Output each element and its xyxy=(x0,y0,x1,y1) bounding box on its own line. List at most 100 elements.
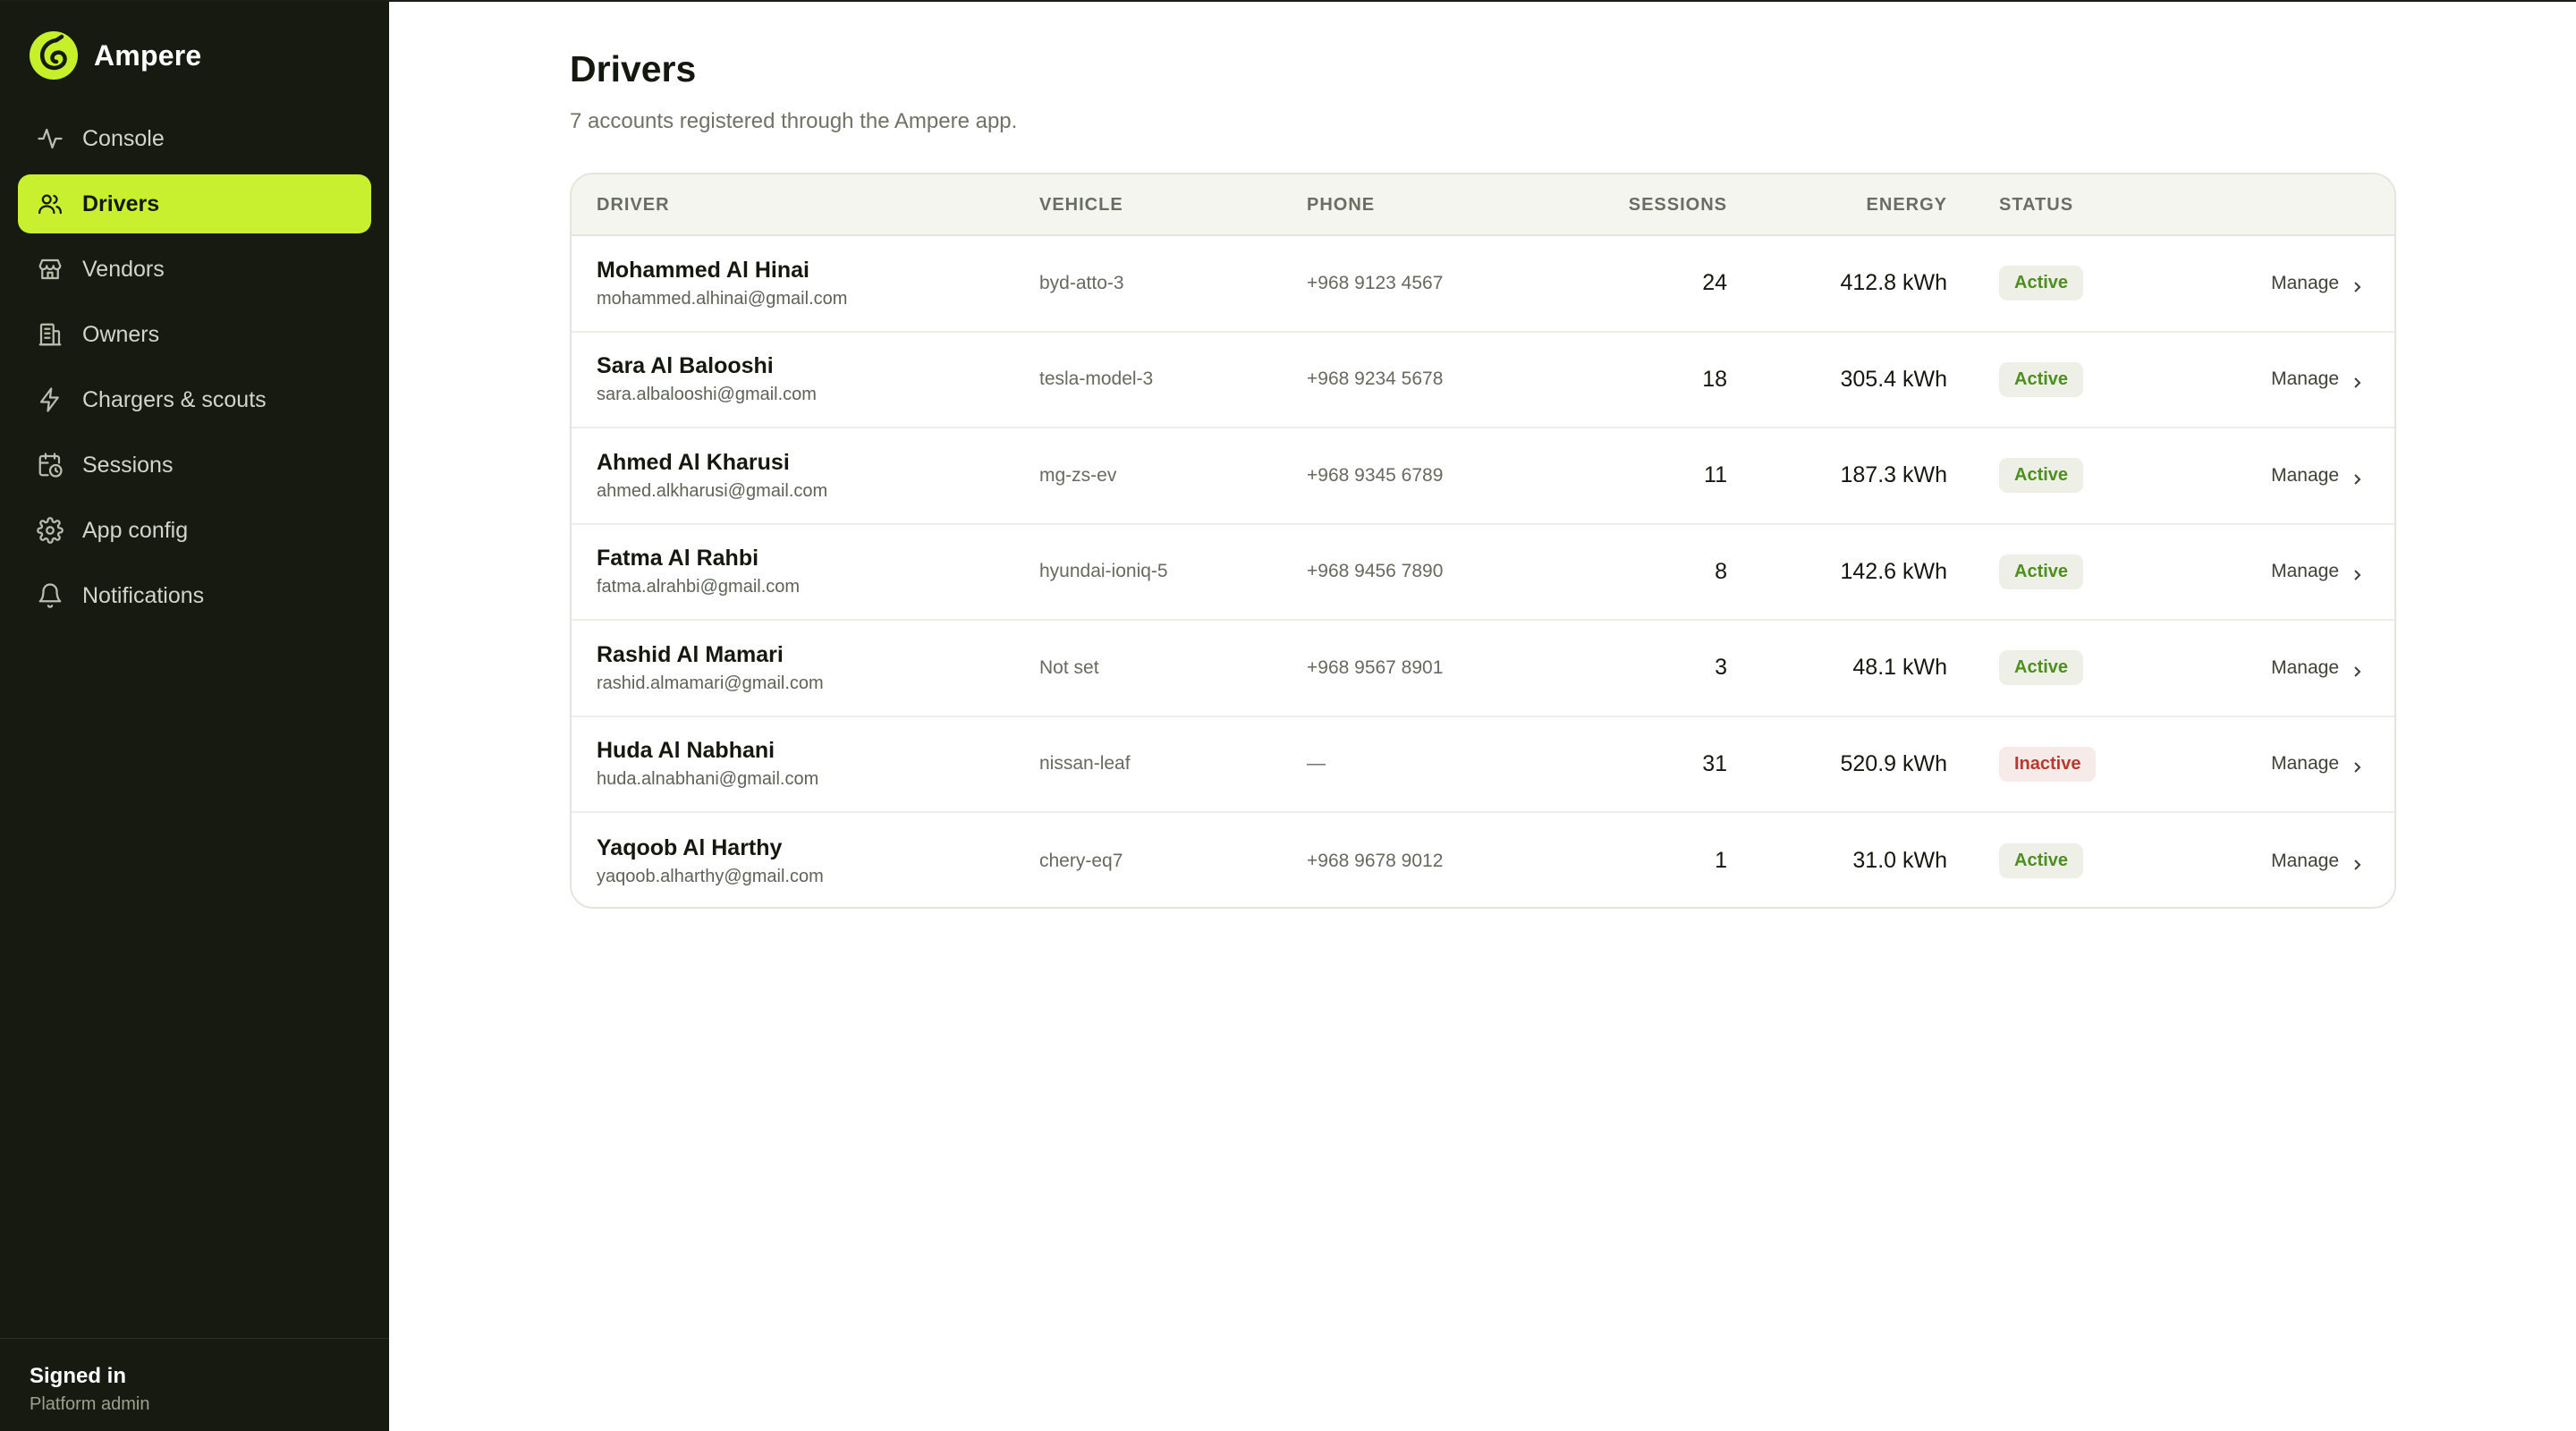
table-row[interactable]: Ahmed Al Kharusi ahmed.alkharusi@gmail.c… xyxy=(572,428,2394,525)
column-header-energy[interactable]: ENERGY xyxy=(1867,174,1947,236)
vehicle-cell: nissan-leaf xyxy=(1039,753,1131,775)
sidebar-item-chargers-scouts[interactable]: Chargers & scouts xyxy=(18,370,371,429)
sidebar-item-label: Notifications xyxy=(82,582,205,608)
chevron-right-icon xyxy=(2351,565,2364,580)
column-header-sessions[interactable]: SESSIONS xyxy=(1629,174,1727,236)
sidebar-item-label: Console xyxy=(82,125,165,151)
driver-email: fatma.alrahbi@gmail.com xyxy=(597,577,801,597)
bell-icon xyxy=(36,581,64,610)
status-cell: Active xyxy=(1999,236,2084,331)
driver-email: rashid.almamari@gmail.com xyxy=(597,673,824,693)
vehicle-cell: hyundai-ioniq-5 xyxy=(1039,561,1168,582)
building-icon xyxy=(36,320,64,349)
sidebar-item-label: Drivers xyxy=(82,191,160,216)
phone-cell: +968 9456 7890 xyxy=(1307,561,1444,582)
signed-in-panel[interactable]: Signed in Platform admin xyxy=(0,1338,389,1431)
sidebar-item-notifications[interactable]: Notifications xyxy=(18,566,371,625)
manage-button[interactable]: Manage xyxy=(2271,621,2364,716)
driver-cell: Sara Al Balooshi sara.albalooshi@gmail.c… xyxy=(597,333,817,428)
driver-name: Fatma Al Rahbi xyxy=(597,546,759,572)
driver-cell: Huda Al Nabhani huda.alnabhani@gmail.com xyxy=(597,717,818,812)
sessions-cell: 1 xyxy=(1715,848,1727,874)
chevron-right-icon xyxy=(2351,855,2364,870)
column-header-vehicle[interactable]: VEHICLE xyxy=(1039,174,1123,236)
energy-cell: 142.6 kWh xyxy=(1840,558,1947,584)
driver-name: Yaqoob Al Harthy xyxy=(597,834,783,860)
manage-label: Manage xyxy=(2271,753,2339,775)
phone-cell: — xyxy=(1307,753,1326,775)
manage-button[interactable]: Manage xyxy=(2271,717,2364,812)
sessions-cell: 11 xyxy=(1704,462,1727,488)
gear-icon xyxy=(36,516,64,545)
manage-button[interactable]: Manage xyxy=(2271,428,2364,523)
manage-label: Manage xyxy=(2271,850,2339,871)
energy-cell: 305.4 kWh xyxy=(1840,366,1947,392)
table-row[interactable]: Yaqoob Al Harthy yaqoob.alharthy@gmail.c… xyxy=(572,813,2394,907)
sidebar-item-console[interactable]: Console xyxy=(18,109,371,168)
table-header: DRIVER VEHICLE PHONE SESSIONS ENERGY STA… xyxy=(572,174,2394,236)
sessions-cell: 24 xyxy=(1702,270,1727,296)
activity-icon xyxy=(36,124,64,153)
sidebar-item-label: App config xyxy=(82,517,189,543)
ampere-logo-icon xyxy=(30,31,78,80)
driver-cell: Rashid Al Mamari rashid.almamari@gmail.c… xyxy=(597,621,824,716)
phone-cell: +968 9567 8901 xyxy=(1307,656,1444,678)
driver-cell: Mohammed Al Hinai mohammed.alhinai@gmail… xyxy=(597,236,847,331)
driver-email: mohammed.alhinai@gmail.com xyxy=(597,288,848,309)
sidebar-item-sessions[interactable]: Sessions xyxy=(18,436,371,495)
phone-cell: +968 9678 9012 xyxy=(1307,850,1444,871)
sidebar-item-owners[interactable]: Owners xyxy=(18,305,371,364)
phone-cell: +968 9234 5678 xyxy=(1307,368,1444,390)
manage-button[interactable]: Manage xyxy=(2271,236,2364,331)
sidebar-item-app-config[interactable]: App config xyxy=(18,501,371,560)
page-subtitle: 7 accounts registered through the Ampere… xyxy=(570,109,1018,133)
energy-cell: 187.3 kWh xyxy=(1840,462,1947,488)
signed-in-role: Platform admin xyxy=(30,1394,150,1414)
table-row[interactable]: Mohammed Al Hinai mohammed.alhinai@gmail… xyxy=(572,236,2394,333)
calendar-clock-icon xyxy=(36,451,64,479)
chevron-right-icon xyxy=(2351,373,2364,388)
page-title: Drivers xyxy=(570,48,697,89)
table-row[interactable]: Sara Al Balooshi sara.albalooshi@gmail.c… xyxy=(572,333,2394,428)
driver-cell: Yaqoob Al Harthy yaqoob.alharthy@gmail.c… xyxy=(597,813,824,907)
table-row[interactable]: Rashid Al Mamari rashid.almamari@gmail.c… xyxy=(572,621,2394,717)
bolt-icon xyxy=(36,385,64,414)
sessions-cell: 18 xyxy=(1702,366,1727,392)
sidebar-nav: Console Drivers Vendors Owners Chargers … xyxy=(0,109,389,625)
status-badge: Active xyxy=(1999,554,2084,589)
column-header-status[interactable]: STATUS xyxy=(1999,174,2073,236)
column-header-phone[interactable]: PHONE xyxy=(1307,174,1375,236)
driver-email: huda.alnabhani@gmail.com xyxy=(597,769,819,790)
vehicle-cell: mg-zs-ev xyxy=(1039,464,1117,486)
energy-cell: 520.9 kWh xyxy=(1840,750,1947,776)
manage-label: Manage xyxy=(2271,464,2339,486)
manage-button[interactable]: Manage xyxy=(2271,525,2364,620)
table-body: Mohammed Al Hinai mohammed.alhinai@gmail… xyxy=(572,236,2394,907)
sidebar-item-vendors[interactable]: Vendors xyxy=(18,240,371,299)
manage-button[interactable]: Manage xyxy=(2271,333,2364,428)
sidebar: Ampere Console Drivers Vendors Owners Ch… xyxy=(0,2,389,1431)
column-header-driver[interactable]: DRIVER xyxy=(597,174,670,236)
driver-name: Huda Al Nabhani xyxy=(597,738,775,764)
status-badge: Active xyxy=(1999,843,2084,879)
status-badge: Active xyxy=(1999,266,2084,301)
table-row[interactable]: Fatma Al Rahbi fatma.alrahbi@gmail.com h… xyxy=(572,525,2394,621)
main-content: Drivers 7 accounts registered through th… xyxy=(389,2,2576,1431)
sidebar-item-drivers[interactable]: Drivers xyxy=(18,174,371,233)
status-cell: Active xyxy=(1999,428,2084,523)
status-cell: Inactive xyxy=(1999,717,2097,812)
driver-email: sara.albalooshi@gmail.com xyxy=(597,385,817,405)
app-name: Ampere xyxy=(94,38,202,72)
chevron-right-icon xyxy=(2351,662,2364,677)
manage-label: Manage xyxy=(2271,272,2339,293)
status-cell: Active xyxy=(1999,333,2084,428)
manage-label: Manage xyxy=(2271,656,2339,678)
manage-button[interactable]: Manage xyxy=(2271,813,2364,907)
table-row[interactable]: Huda Al Nabhani huda.alnabhani@gmail.com… xyxy=(572,717,2394,813)
status-badge: Active xyxy=(1999,361,2084,397)
brand[interactable]: Ampere xyxy=(0,2,389,80)
vehicle-cell: chery-eq7 xyxy=(1039,850,1123,871)
driver-email: yaqoob.alharthy@gmail.com xyxy=(597,866,824,886)
users-icon xyxy=(36,190,64,218)
manage-label: Manage xyxy=(2271,368,2339,390)
